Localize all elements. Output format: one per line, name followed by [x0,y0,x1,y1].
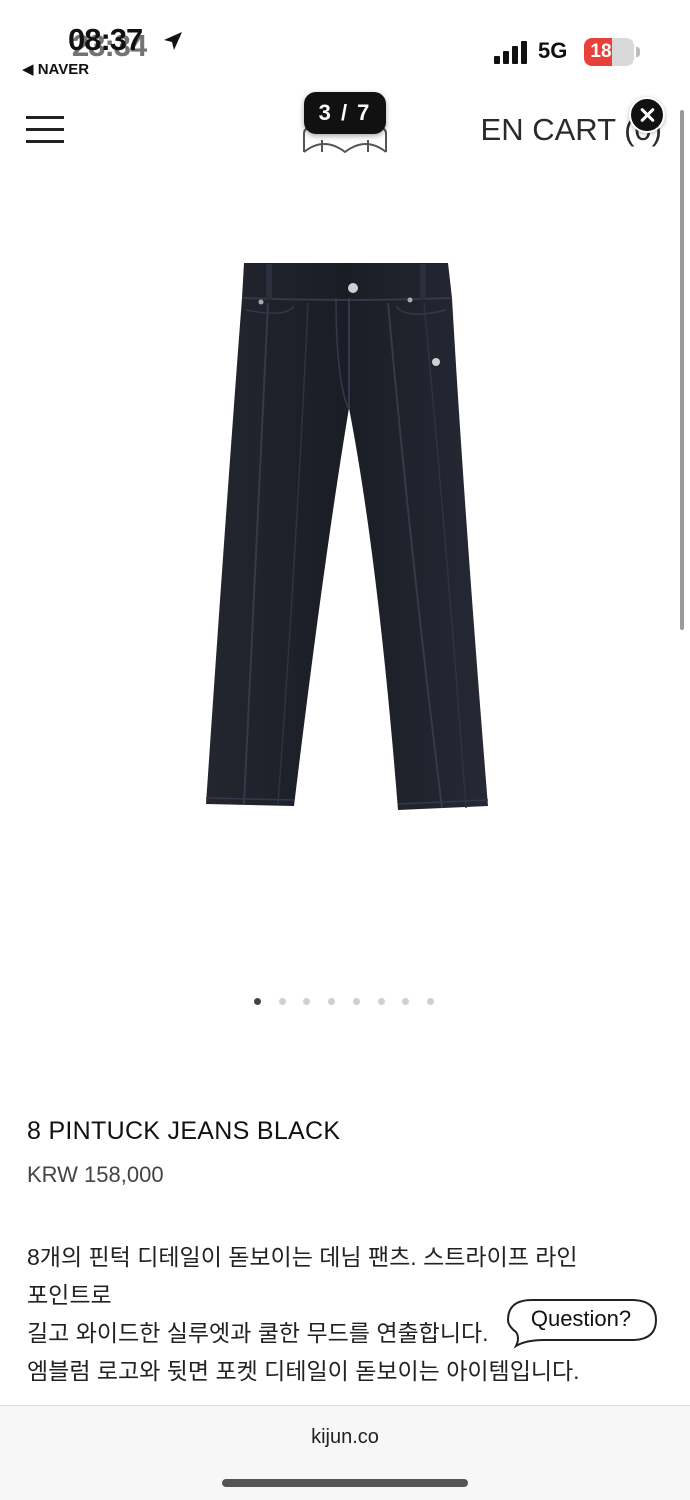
location-arrow-icon [164,32,182,50]
product-name: 8 PINTUCK JEANS BLACK [27,1117,341,1145]
back-to-naver-link[interactable]: ◀ NAVER [22,60,89,78]
description-line: 엠블럼 로고와 뒷면 포켓 디테일이 돋보이는 아이템입니다. [27,1358,580,1384]
browser-bottom-bar: kijun.co [0,1405,690,1500]
carousel-dot[interactable] [402,998,410,1005]
carousel-dot[interactable] [328,998,336,1005]
language-switch[interactable]: EN [481,112,524,147]
question-button[interactable]: Question? [504,1294,658,1349]
product-price: KRW 158,000 [27,1162,164,1187]
carousel-dot[interactable] [426,998,434,1005]
jeans-product-image[interactable] [196,258,496,818]
close-icon[interactable] [629,97,665,133]
image-page-counter: 3 / 7 [304,92,386,134]
description-line: 8개의 핀턱 디테일이 돋보이는 데님 팬츠. 스트라이프 라인 [27,1244,578,1270]
carousel-dot[interactable] [254,998,261,1005]
question-label: Question? [530,1306,632,1331]
home-indicator[interactable] [222,1479,468,1487]
status-bar: 23:34 08:37 ◀ NAVER 5G 18 [0,0,690,90]
carousel-dot[interactable] [303,998,311,1005]
signal-bars-icon [494,41,527,64]
battery-level: 18 [590,41,612,62]
carousel-dot[interactable] [278,998,286,1005]
battery-icon: 18 [584,38,642,66]
page-scrollbar[interactable] [680,110,684,630]
carousel-dot[interactable] [352,998,360,1005]
domain-url[interactable]: kijun.co [0,1426,690,1449]
screen: 23:34 08:37 ◀ NAVER 5G 18 3 / 7 EN CART … [0,0,690,1500]
carousel-dot[interactable] [377,998,385,1005]
status-time: 08:37 [68,22,143,57]
network-type: 5G [538,38,568,63]
hamburger-menu-icon[interactable] [26,114,64,146]
